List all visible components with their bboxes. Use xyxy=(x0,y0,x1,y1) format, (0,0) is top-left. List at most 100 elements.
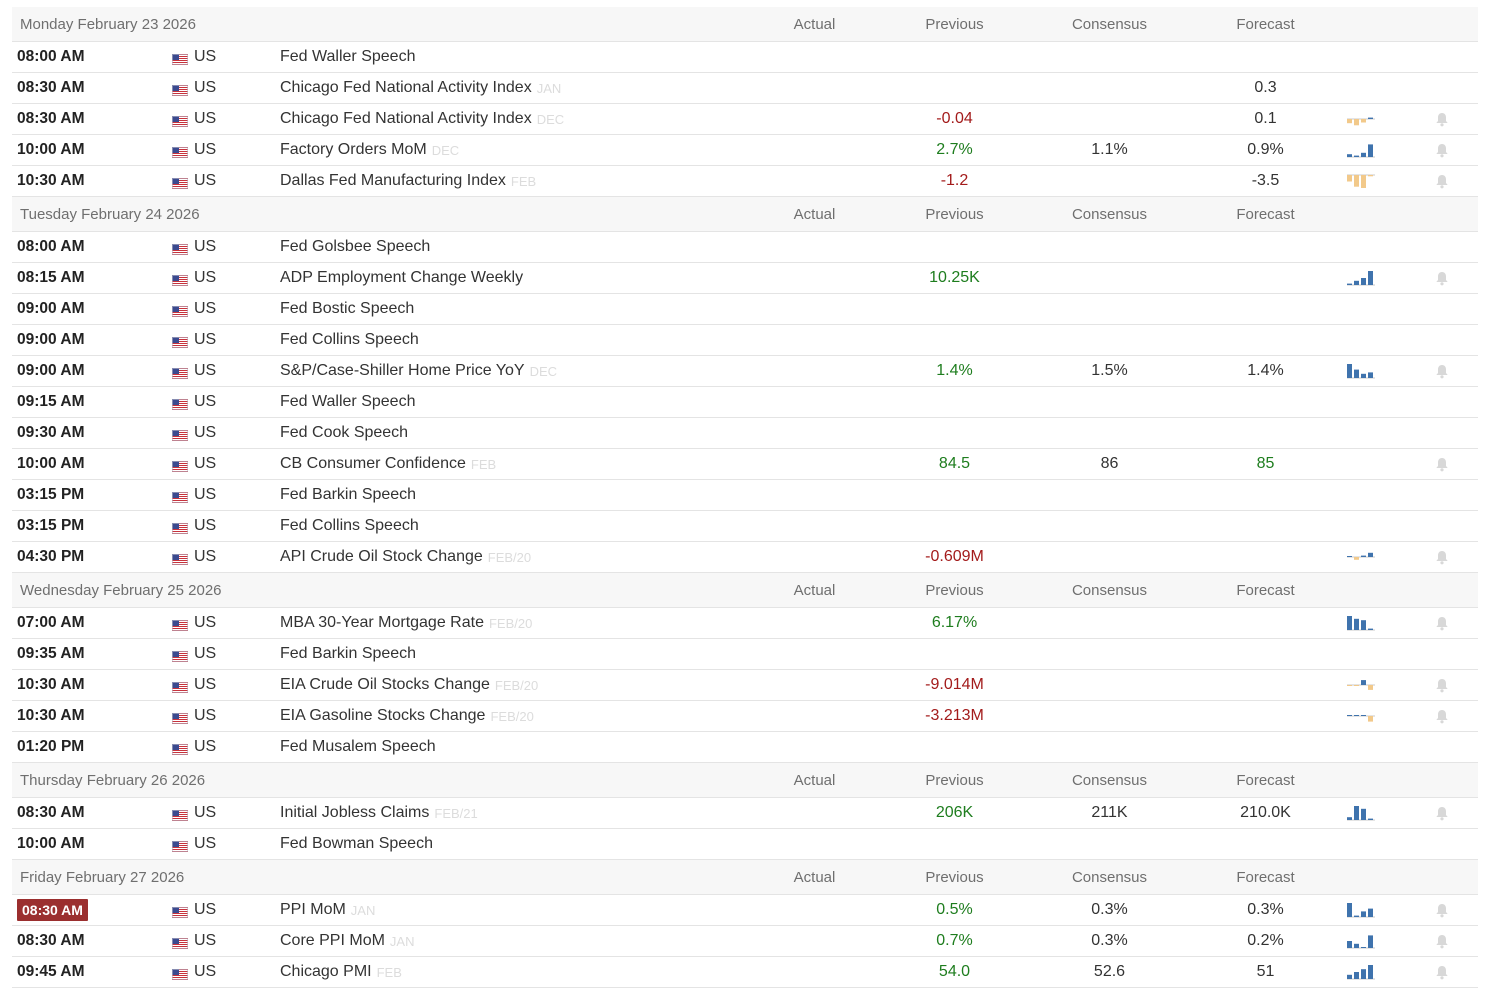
bell-icon[interactable] xyxy=(1432,701,1452,731)
sparkline-icon[interactable] xyxy=(1344,670,1378,700)
event-name-link[interactable]: Fed Barkin Speech xyxy=(280,645,416,663)
event-name-link[interactable]: Fed Collins Speech xyxy=(280,331,419,349)
country-code: US xyxy=(194,707,217,724)
event-time-cell: 09:00 AM xyxy=(17,325,84,355)
event-name-cell: Fed Cook Speech xyxy=(280,418,408,448)
bell-icon[interactable] xyxy=(1432,926,1452,956)
sparkline-bar xyxy=(1361,373,1366,378)
consensus-value: 52.6 xyxy=(1093,963,1126,980)
event-reference-period: DEC xyxy=(529,363,558,379)
sparkline-icon[interactable] xyxy=(1344,166,1378,196)
event-row[interactable]: 10:00 AM US Fed Bowman Speech xyxy=(12,829,1478,860)
event-row[interactable]: 08:00 AM US Fed Golsbee Speech xyxy=(12,232,1478,263)
sparkline-icon[interactable] xyxy=(1344,608,1378,638)
event-name-link[interactable]: PPI MoM xyxy=(280,901,346,919)
event-name-link[interactable]: Fed Musalem Speech xyxy=(280,738,436,756)
event-name-link[interactable]: EIA Crude Oil Stocks Change xyxy=(280,676,490,694)
sparkline-icon[interactable] xyxy=(1344,263,1378,293)
event-name-link[interactable]: Fed Golsbee Speech xyxy=(280,238,430,256)
event-name-link[interactable]: S&P/Case-Shiller Home Price YoY xyxy=(280,362,525,380)
day-date: Thursday February 26 2026 xyxy=(20,771,206,789)
event-name-cell: Fed Bostic Speech xyxy=(280,294,414,324)
sparkline-icon[interactable] xyxy=(1344,895,1378,925)
consensus-value: 1.5% xyxy=(1091,362,1128,379)
event-row[interactable]: 09:00 AM US Fed Bostic Speech xyxy=(12,294,1478,325)
event-name-link[interactable]: Fed Cook Speech xyxy=(280,424,408,442)
event-country: US xyxy=(172,73,216,103)
event-row[interactable]: 10:30 AM US Dallas Fed Manufacturing Index… xyxy=(12,166,1478,197)
event-row[interactable]: 04:30 PM US API Crude Oil Stock Change FEB/… xyxy=(12,542,1478,573)
event-name-link[interactable]: Core PPI MoM xyxy=(280,932,385,950)
event-name-link[interactable]: MBA 30-Year Mortgage Rate xyxy=(280,614,484,632)
sparkline-icon[interactable] xyxy=(1344,104,1378,134)
event-row[interactable]: 09:35 AM US Fed Barkin Speech xyxy=(12,639,1478,670)
bell-icon[interactable] xyxy=(1432,670,1452,700)
event-time: 04:30 PM xyxy=(17,548,85,565)
event-row[interactable]: 08:30 AM US Chicago Fed National Activity … xyxy=(12,104,1478,135)
event-row[interactable]: 09:00 AM US Fed Collins Speech xyxy=(12,325,1478,356)
country-code: US xyxy=(194,172,217,189)
event-row[interactable]: 09:30 AM US Fed Cook Speech xyxy=(12,418,1478,449)
event-name-link[interactable]: Chicago PMI xyxy=(280,963,372,981)
event-row[interactable]: 10:30 AM US EIA Gasoline Stocks Change FEB/… xyxy=(12,701,1478,732)
column-header-forecast: Forecast xyxy=(1236,868,1295,886)
event-name-link[interactable]: Chicago Fed National Activity Index xyxy=(280,110,532,128)
bell-icon[interactable] xyxy=(1432,135,1452,165)
bell-icon[interactable] xyxy=(1432,542,1452,572)
sparkline-icon[interactable] xyxy=(1344,135,1378,165)
bell-icon[interactable] xyxy=(1432,263,1452,293)
event-country: US xyxy=(172,829,216,859)
bell-icon[interactable] xyxy=(1432,449,1452,479)
event-name-link[interactable]: Fed Bowman Speech xyxy=(280,835,433,853)
event-row[interactable]: 08:30 AM US Chicago Fed National Activity … xyxy=(12,73,1478,104)
event-name-link[interactable]: Chicago Fed National Activity Index xyxy=(280,79,532,97)
event-name-link[interactable]: Dallas Fed Manufacturing Index xyxy=(280,172,506,190)
event-name-link[interactable]: Factory Orders MoM xyxy=(280,141,427,159)
sparkline-icon[interactable] xyxy=(1344,957,1378,987)
consensus-value: 0.3% xyxy=(1091,932,1128,949)
event-name-link[interactable]: EIA Gasoline Stocks Change xyxy=(280,707,485,725)
event-row[interactable]: 01:20 PM US Fed Musalem Speech xyxy=(12,732,1478,763)
sparkline-icon[interactable] xyxy=(1344,356,1378,386)
event-row[interactable]: 09:45 AM US Chicago PMI FEB 54.0 52.6 51 xyxy=(12,957,1478,988)
event-name-link[interactable]: Fed Bostic Speech xyxy=(280,300,414,318)
bell-icon[interactable] xyxy=(1432,957,1452,987)
sparkline-icon[interactable] xyxy=(1344,542,1378,572)
event-name-link[interactable]: API Crude Oil Stock Change xyxy=(280,548,483,566)
bell-icon[interactable] xyxy=(1432,104,1452,134)
event-time-cell: 08:00 AM xyxy=(17,42,84,72)
event-row[interactable]: 09:00 AM US S&P/Case-Shiller Home Price Yo… xyxy=(12,356,1478,387)
event-name-link[interactable]: Fed Collins Speech xyxy=(280,517,419,535)
event-row[interactable]: 10:00 AM US CB Consumer Confidence FEB 84.5 8… xyxy=(12,449,1478,480)
event-row[interactable]: 10:00 AM US Factory Orders MoM DEC 2.7% 1.1% 0… xyxy=(12,135,1478,166)
event-name-link[interactable]: Initial Jobless Claims xyxy=(280,804,429,822)
event-row[interactable]: 08:30 AM US Core PPI MoM JAN 0.7% 0.3% 0.2% xyxy=(12,926,1478,957)
bell-icon[interactable] xyxy=(1432,798,1452,828)
bell-icon[interactable] xyxy=(1432,608,1452,638)
event-name-link[interactable]: ADP Employment Change Weekly xyxy=(280,269,523,287)
event-name-link[interactable]: Fed Waller Speech xyxy=(280,393,415,411)
event-row[interactable]: 10:30 AM US EIA Crude Oil Stocks Change FEB… xyxy=(12,670,1478,701)
bell-icon[interactable] xyxy=(1432,895,1452,925)
sparkline-icon[interactable] xyxy=(1344,926,1378,956)
sparkline-icon[interactable] xyxy=(1344,701,1378,731)
event-name-cell: Fed Collins Speech xyxy=(280,511,419,541)
event-row[interactable]: 03:15 PM US Fed Barkin Speech xyxy=(12,480,1478,511)
bell-icon[interactable] xyxy=(1432,166,1452,196)
event-name-link[interactable]: Fed Barkin Speech xyxy=(280,486,416,504)
event-name-link[interactable]: Fed Waller Speech xyxy=(280,48,415,66)
event-name-cell: Dallas Fed Manufacturing Index FEB xyxy=(280,166,536,196)
event-row[interactable]: 08:15 AM US ADP Employment Change Weekly 10… xyxy=(12,263,1478,294)
event-row[interactable]: 07:00 AM US MBA 30-Year Mortgage Rate FEB/2… xyxy=(12,608,1478,639)
event-name-link[interactable]: CB Consumer Confidence xyxy=(280,455,466,473)
event-row[interactable]: 08:30 AM US Initial Jobless Claims FEB/21 20… xyxy=(12,798,1478,829)
event-row[interactable]: 09:15 AM US Fed Waller Speech xyxy=(12,387,1478,418)
event-row[interactable]: 08:30 AM US PPI MoM JAN 0.5% 0.3% 0.3% xyxy=(12,895,1478,926)
event-row[interactable]: 03:15 PM US Fed Collins Speech xyxy=(12,511,1478,542)
sparkline-icon[interactable] xyxy=(1344,798,1378,828)
event-name-cell: PPI MoM JAN xyxy=(280,895,375,925)
column-header-consensus: Consensus xyxy=(1071,15,1148,33)
event-row[interactable]: 08:00 AM US Fed Waller Speech xyxy=(12,42,1478,73)
bell-icon[interactable] xyxy=(1432,356,1452,386)
us-flag-icon xyxy=(172,490,188,503)
